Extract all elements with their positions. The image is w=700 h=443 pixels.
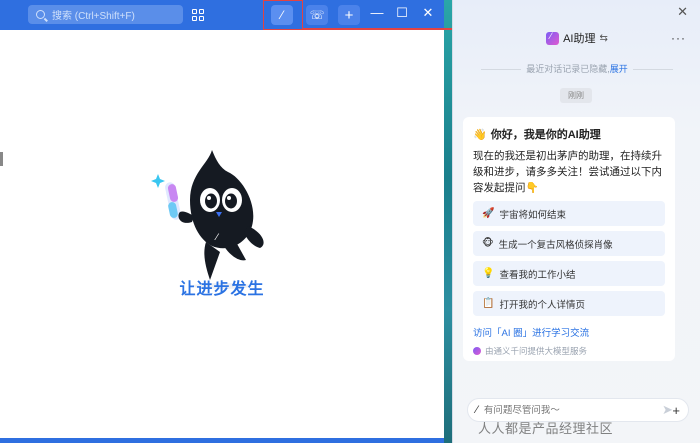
annotation-line — [303, 28, 458, 30]
greeting-heading: 👋 你好，我是你的AI助理 — [473, 126, 665, 142]
panel-title: AI助理 — [563, 33, 596, 45]
intro-text: 现在的我还是初出茅庐的助理，在持续升级和进步，请多多关注！尝试通过以下内容发起提… — [473, 150, 662, 194]
model-note-text: 由通义千问提供大模型服务 — [485, 346, 588, 356]
titlebar: 搜索 (Ctrl+Shift+F) ⁄ ☏ + — ☐ ✕ — [0, 0, 444, 30]
ai-command-icon[interactable]: ⁄ — [476, 404, 478, 416]
search-placeholder: 搜索 (Ctrl+Shift+F) — [52, 11, 135, 22]
suggestion-item[interactable]: 🚀 宇宙将如何结束 — [473, 201, 665, 226]
apps-grid-icon[interactable] — [187, 5, 209, 25]
close-button[interactable]: ✕ — [418, 5, 438, 21]
ai-assistant-icon: ⁄ — [280, 8, 283, 22]
clipboard-icon: 📋 — [482, 298, 495, 309]
ai-assistant-button[interactable]: ⁄ — [271, 5, 293, 25]
suggestion-label: 生成一个复古风格侦探肖像 — [498, 239, 613, 251]
search-bar[interactable]: 搜索 (Ctrl+Shift+F) — [28, 5, 183, 24]
search-icon — [36, 10, 45, 19]
welcome-card: 👋 你好，我是你的AI助理 现在的我还是初出茅庐的助理，在持续升级和进步，请多多… — [463, 117, 675, 361]
model-note: 由通义千问提供大模型服务 — [473, 345, 665, 357]
greeting-text: 你好，我是你的AI助理 — [490, 129, 601, 141]
rocket-icon: 🚀 — [482, 208, 495, 219]
attach-plus-icon[interactable]: + — [672, 403, 680, 418]
monkey-icon: 🐵 — [482, 238, 494, 249]
call-icon: ☏ — [309, 8, 325, 22]
panel-close-button[interactable]: ✕ — [677, 4, 688, 20]
main-content: ⁄ 让进步发生 — [0, 30, 444, 443]
suggestion-label: 查看我的工作小结 — [499, 269, 576, 281]
history-text: 最近对话记录已隐藏, — [526, 64, 610, 74]
switch-icon[interactable]: ⇆ — [600, 33, 608, 44]
suggestion-item[interactable]: 💡 查看我的工作小结 — [473, 261, 665, 286]
timestamp-badge: 刚刚 — [560, 88, 592, 103]
history-expand-link[interactable]: 展开 — [610, 64, 628, 74]
call-button[interactable]: ☏ — [306, 5, 328, 25]
suggestion-item[interactable]: 🐵 生成一个复古风格侦探肖像 — [473, 231, 665, 256]
plus-icon: + — [344, 6, 354, 24]
chat-input[interactable] — [483, 404, 667, 416]
watermark-text: 人人都是产品经理社区 — [478, 422, 614, 437]
taskbar-strip — [0, 438, 444, 443]
panel-header: AI助理 ⇆ — [453, 30, 700, 46]
ai-logo-icon — [546, 31, 560, 45]
minimize-button[interactable]: — — [367, 5, 387, 20]
wave-icon: 👋 — [473, 128, 487, 141]
add-button[interactable]: + — [338, 5, 360, 25]
suggestion-label: 宇宙将如何结束 — [499, 209, 566, 221]
model-provider-icon — [473, 347, 481, 355]
resize-handle[interactable] — [0, 152, 3, 166]
lightbulb-icon: 💡 — [482, 268, 495, 279]
ai-assistant-panel: ✕ AI助理 ⇆ ··· 最近对话记录已隐藏,展开 刚刚 👋 你好，我是你的AI… — [452, 0, 700, 443]
maximize-button[interactable]: ☐ — [392, 5, 412, 21]
learn-link[interactable]: 访问「AI 圈」进行学习交流 — [473, 325, 665, 339]
slogan-text: 让进步发生 — [179, 281, 265, 298]
suggestion-item[interactable]: 📋 打开我的个人详情页 — [473, 291, 665, 316]
send-icon[interactable]: ➤ — [662, 402, 673, 418]
history-notice: 最近对话记录已隐藏,展开 — [453, 62, 700, 75]
more-options-button[interactable]: ··· — [671, 31, 686, 45]
mascot-illustration: ⁄ — [151, 150, 264, 289]
main-window: 搜索 (Ctrl+Shift+F) ⁄ ☏ + — ☐ ✕ ⁄ 让进步发生 — [0, 0, 444, 443]
suggestion-label: 打开我的个人详情页 — [499, 299, 585, 311]
